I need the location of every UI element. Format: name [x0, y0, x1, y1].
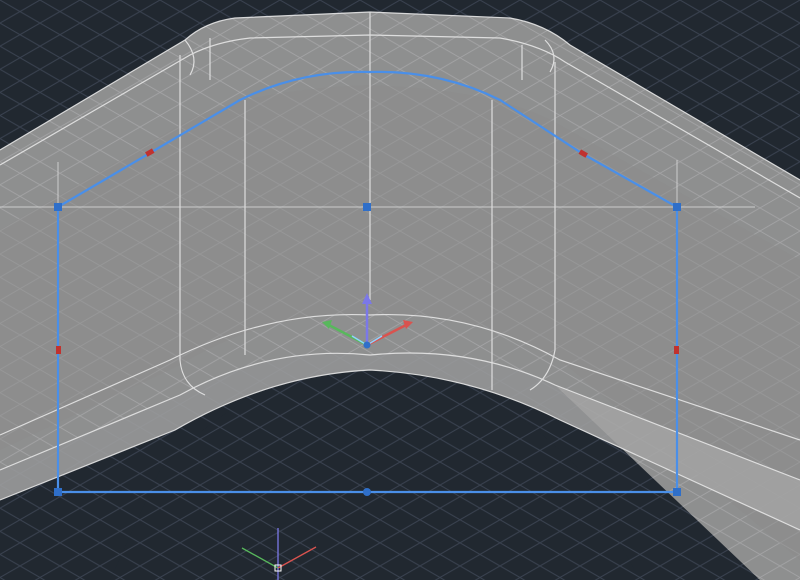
grip-bottom-mid[interactable] [363, 488, 371, 496]
grip-top-right[interactable] [673, 203, 681, 211]
viewport-canvas[interactable] [0, 0, 800, 580]
model-viewport[interactable] [0, 0, 800, 580]
grip-top-left[interactable] [54, 203, 62, 211]
grip-bottom-right[interactable] [673, 488, 681, 496]
grip-bottom-left[interactable] [54, 488, 62, 496]
grip-top-mid[interactable] [363, 203, 371, 211]
